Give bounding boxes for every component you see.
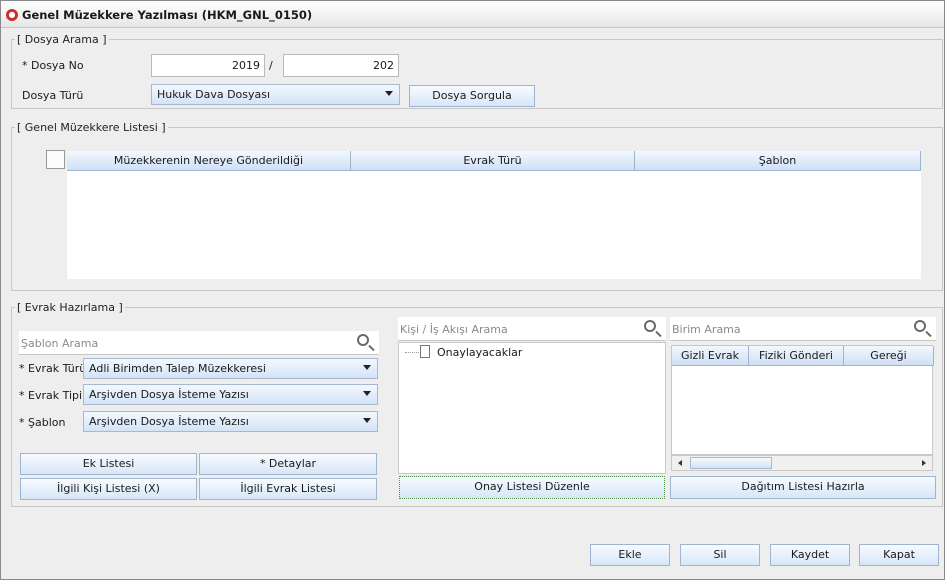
dosya-turu-value: Hukuk Dava Dosyası <box>157 88 271 101</box>
evrak-tipi-select[interactable]: Arşivden Dosya İsteme Yazısı <box>83 384 378 405</box>
tree-connector <box>405 352 419 353</box>
detaylar-button[interactable]: * Detaylar <box>199 453 377 475</box>
chevron-down-icon <box>363 365 371 370</box>
app-logo-icon: ● <box>6 9 18 21</box>
search-icon[interactable] <box>914 320 926 332</box>
dagitim-listesi-hazirla-button[interactable]: Dağıtım Listesi Hazırla <box>670 476 936 499</box>
search-icon[interactable] <box>357 334 369 346</box>
scroll-left-arrow-icon[interactable] <box>678 460 682 466</box>
evrak-tipi-label: * Evrak Tipi <box>19 389 83 402</box>
dosya-no-separator: / <box>269 59 273 72</box>
column-header-sablon[interactable]: Şablon <box>635 151 921 171</box>
dosya-arama-legend: [ Dosya Arama ] <box>15 33 109 46</box>
sablon-select[interactable]: Arşivden Dosya İsteme Yazısı <box>83 411 378 432</box>
birim-arama-input[interactable]: Birim Arama <box>670 317 936 341</box>
dosya-turu-select[interactable]: Hukuk Dava Dosyası <box>151 84 400 105</box>
dosya-no-number-input[interactable]: 202 <box>283 54 399 77</box>
evrak-hazirlama-legend: [ Evrak Hazırlama ] <box>15 301 125 314</box>
chevron-down-icon <box>363 418 371 423</box>
dosya-no-label: * Dosya No <box>22 59 84 72</box>
sablon-value: Arşivden Dosya İsteme Yazısı <box>89 415 249 428</box>
ilgili-kisi-listesi-button[interactable]: İlgili Kişi Listesi (X) <box>20 478 197 500</box>
dosya-turu-label: Dosya Türü <box>22 89 84 102</box>
muzekkere-listesi-legend: [ Genel Müzekkere Listesi ] <box>15 121 168 134</box>
evrak-turu-value: Adli Birimden Talep Müzekkeresi <box>89 362 266 375</box>
sablon-arama-input[interactable]: Şablon Arama <box>19 331 379 355</box>
evrak-turu-select[interactable]: Adli Birimden Talep Müzekkeresi <box>83 358 378 379</box>
search-icon[interactable] <box>644 320 656 332</box>
sablon-label: * Şablon <box>19 416 66 429</box>
column-header-evrak-turu[interactable]: Evrak Türü <box>351 151 635 171</box>
column-header-gizli-evrak[interactable]: Gizli Evrak <box>672 346 749 366</box>
document-icon <box>420 345 430 358</box>
title-bar: ● Genel Müzekkere Yazılması (HKM_GNL_015… <box>1 1 944 28</box>
kisi-arama-input[interactable]: Kişi / İş Akışı Arama <box>398 317 666 341</box>
ekle-button[interactable]: Ekle <box>590 544 670 566</box>
kaydet-button[interactable]: Kaydet <box>770 544 850 566</box>
evrak-turu-label: * Evrak Türü <box>19 362 87 375</box>
birim-arama-placeholder: Birim Arama <box>672 323 741 336</box>
dosya-sorgula-button[interactable]: Dosya Sorgula <box>409 85 535 107</box>
ilgili-evrak-listesi-button[interactable]: İlgili Evrak Listesi <box>199 478 377 500</box>
tree-node-onaylayacaklar[interactable]: Onaylayacaklar <box>437 346 522 359</box>
select-all-checkbox[interactable] <box>46 150 65 169</box>
birim-table: Gizli Evrak Fiziki Gönderi Gereği <box>671 345 934 455</box>
ek-listesi-button[interactable]: Ek Listesi <box>20 453 197 475</box>
muzekkere-table: Müzekkerenin Nereye Gönderildiği Evrak T… <box>67 151 921 279</box>
dosya-no-year-input[interactable]: 2019 <box>151 54 265 77</box>
chevron-down-icon <box>363 391 371 396</box>
column-header-geregi[interactable]: Gereği <box>844 346 934 366</box>
scroll-right-arrow-icon[interactable] <box>922 460 926 466</box>
window-title: Genel Müzekkere Yazılması (HKM_GNL_0150) <box>22 8 313 22</box>
kapat-button[interactable]: Kapat <box>859 544 939 566</box>
onay-listesi-duzenle-button[interactable]: Onay Listesi Düzenle <box>399 476 665 499</box>
scroll-thumb[interactable] <box>690 457 772 469</box>
chevron-down-icon <box>385 91 393 96</box>
kisi-tree: Onaylayacaklar <box>398 342 666 474</box>
column-header-nereye[interactable]: Müzekkerenin Nereye Gönderildiği <box>67 151 351 171</box>
sablon-arama-placeholder: Şablon Arama <box>21 337 99 350</box>
evrak-tipi-value: Arşivden Dosya İsteme Yazısı <box>89 388 249 401</box>
birim-horizontal-scrollbar[interactable] <box>671 455 933 471</box>
main-window: ● Genel Müzekkere Yazılması (HKM_GNL_015… <box>0 0 945 580</box>
sil-button[interactable]: Sil <box>680 544 760 566</box>
column-header-fiziki-gonderi[interactable]: Fiziki Gönderi <box>749 346 844 366</box>
kisi-arama-placeholder: Kişi / İş Akışı Arama <box>400 323 508 336</box>
